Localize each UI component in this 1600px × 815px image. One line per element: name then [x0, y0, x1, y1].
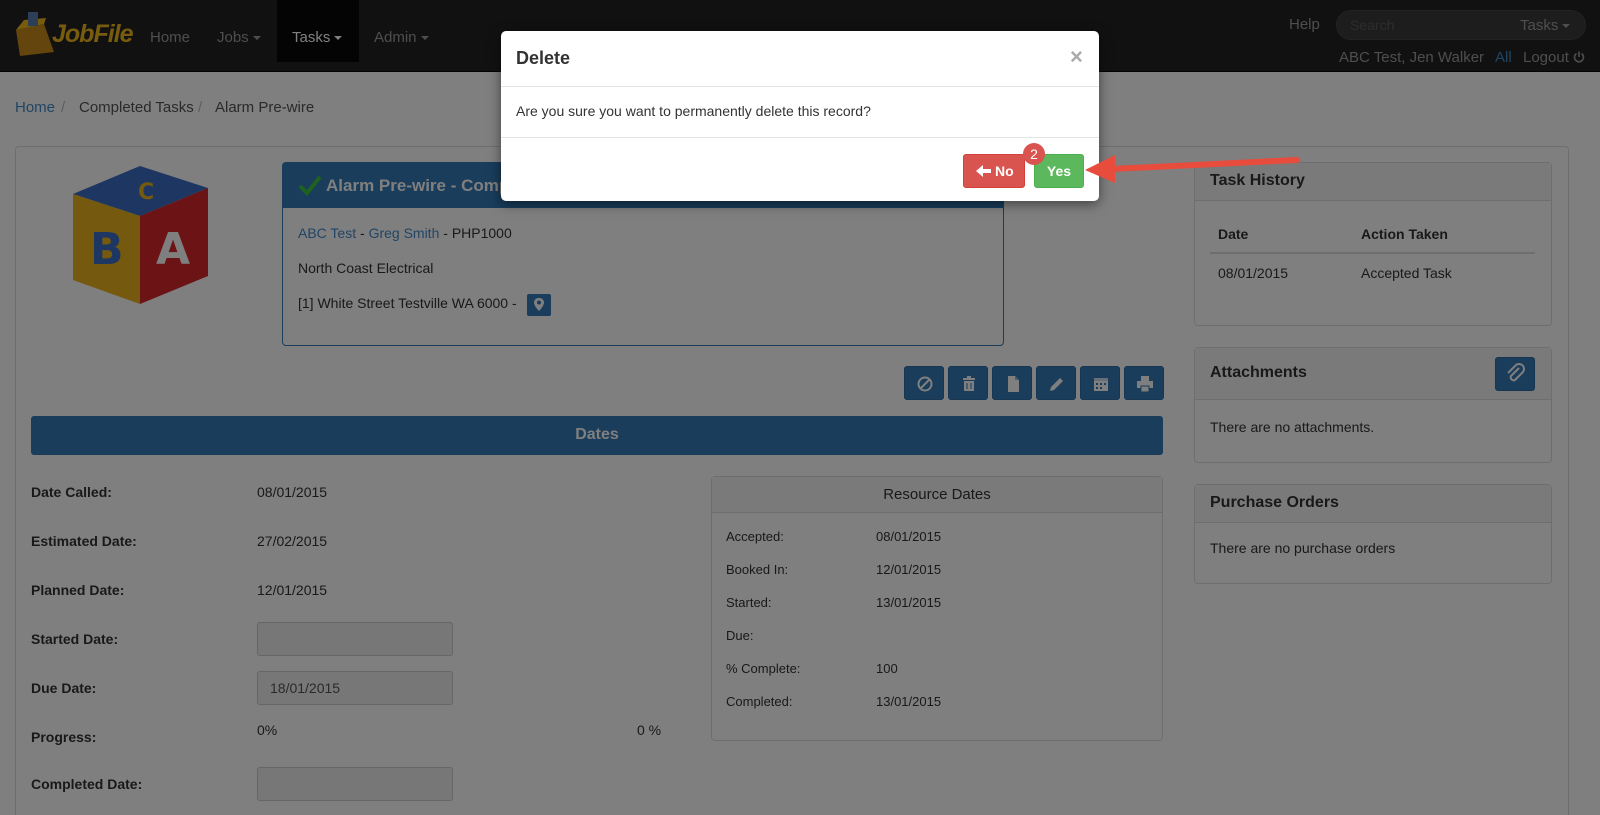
- modal-divider: [501, 86, 1099, 87]
- arrow-left-icon: [976, 165, 991, 177]
- close-icon[interactable]: ×: [1070, 44, 1083, 70]
- modal-message: Are you sure you want to permanently del…: [516, 103, 871, 119]
- modal-title: Delete: [516, 48, 571, 68]
- modal-divider: [501, 137, 1099, 138]
- annotation-arrow: [1085, 150, 1305, 193]
- step-badge: 2: [1023, 143, 1045, 165]
- no-button[interactable]: No: [963, 154, 1025, 188]
